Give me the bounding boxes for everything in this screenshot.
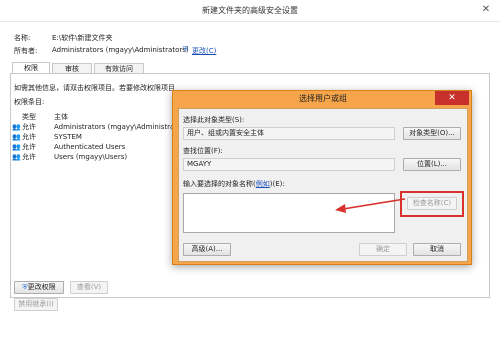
check-names-button[interactable]: 检查名称(C) [407,197,457,210]
examples-link[interactable]: 例如 [256,180,270,188]
object-type-field: 用户、组或内置安全主体 [183,127,395,140]
object-names-label: 输入要选择的对象名称(例如)(E): [183,179,285,189]
dialog-body: 选择此对象类型(S): 用户、组或内置安全主体 对象类型(O)... 查找位置(… [178,108,468,262]
users-icon: 👥 [12,123,21,131]
arrow-head [335,204,346,213]
column-header-principal[interactable]: 主体 [54,112,68,122]
ok-button[interactable]: 确定 [359,243,407,256]
row-principal: Users (mgayy\Users) [54,153,128,161]
view-button[interactable]: 查看(V) [70,281,108,294]
arrow-annotation [335,198,406,213]
change-permissions-label: 更改权限 [27,283,56,291]
window-title: 新建文件夹的高级安全设置 [202,6,298,15]
row-type: 允许 [22,143,36,151]
users-icon: 👥 [12,153,21,161]
arrow-line [342,198,406,210]
select-user-dialog: 选择用户或组 ✕ 选择此对象类型(S): 用户、组或内置安全主体 对象类型(O)… [172,90,472,265]
table-header: 类型 主体 [12,112,192,122]
users-icon: 👥 [12,133,21,141]
table-row[interactable]: 👥 允许 Administrators (mgayy\Administrat..… [12,122,192,132]
shield-icon: ⛨ [183,45,189,53]
object-types-button[interactable]: 对象类型(O)... [403,127,461,140]
users-icon: 👥 [12,143,21,151]
cancel-button[interactable]: 取消 [413,243,461,256]
disable-inheritance-button[interactable]: 禁用继承(I) [14,298,58,311]
object-names-label-prefix: 输入要选择的对象名称( [183,180,256,188]
locations-button[interactable]: 位置(L)... [403,158,461,171]
row-principal: Authenticated Users [54,143,126,151]
row-type: 允许 [22,153,36,161]
change-permissions-button[interactable]: ⛨更改权限 [14,281,64,294]
name-value: E:\软件\新建文件夹 [52,34,113,42]
row-type: 允许 [22,123,36,131]
tab-divider [10,73,490,74]
owner-value: Administrators (mgayy\Administrators) [52,46,189,54]
table-row[interactable]: 👥 允许 Users (mgayy\Users) [12,152,192,162]
table-row[interactable]: 👥 允许 SYSTEM [12,132,192,142]
object-type-label: 选择此对象类型(S): [183,116,245,124]
row-type: 允许 [22,133,36,141]
column-header-type[interactable]: 类型 [22,112,54,122]
perm-entries-label: 权限条目: [14,98,45,106]
name-label: 名称: [14,34,31,42]
table-row[interactable]: 👥 允许 Authenticated Users [12,142,192,152]
permissions-table: 类型 主体 👥 允许 Administrators (mgayy\Adminis… [12,112,192,162]
info-text: 如需其他信息，请双击权限项目。若要修改权限项目，请选择该项目并单击"编辑"(如果… [14,84,174,92]
row-principal: Administrators (mgayy\Administrat... [54,123,184,131]
location-label: 查找位置(F): [183,147,223,155]
close-icon[interactable]: ✕ [478,4,494,16]
advanced-button[interactable]: 高级(A)... [183,243,231,256]
change-owner-link[interactable]: 更改(C) [192,46,216,56]
owner-label: 所有者: [14,47,38,55]
object-names-label-suffix: )(E): [269,180,285,188]
dialog-close-button[interactable]: ✕ [435,91,469,105]
location-field: MGAYY [183,158,395,171]
row-principal: SYSTEM [54,133,82,141]
dialog-title: 选择用户或组 [299,94,347,103]
